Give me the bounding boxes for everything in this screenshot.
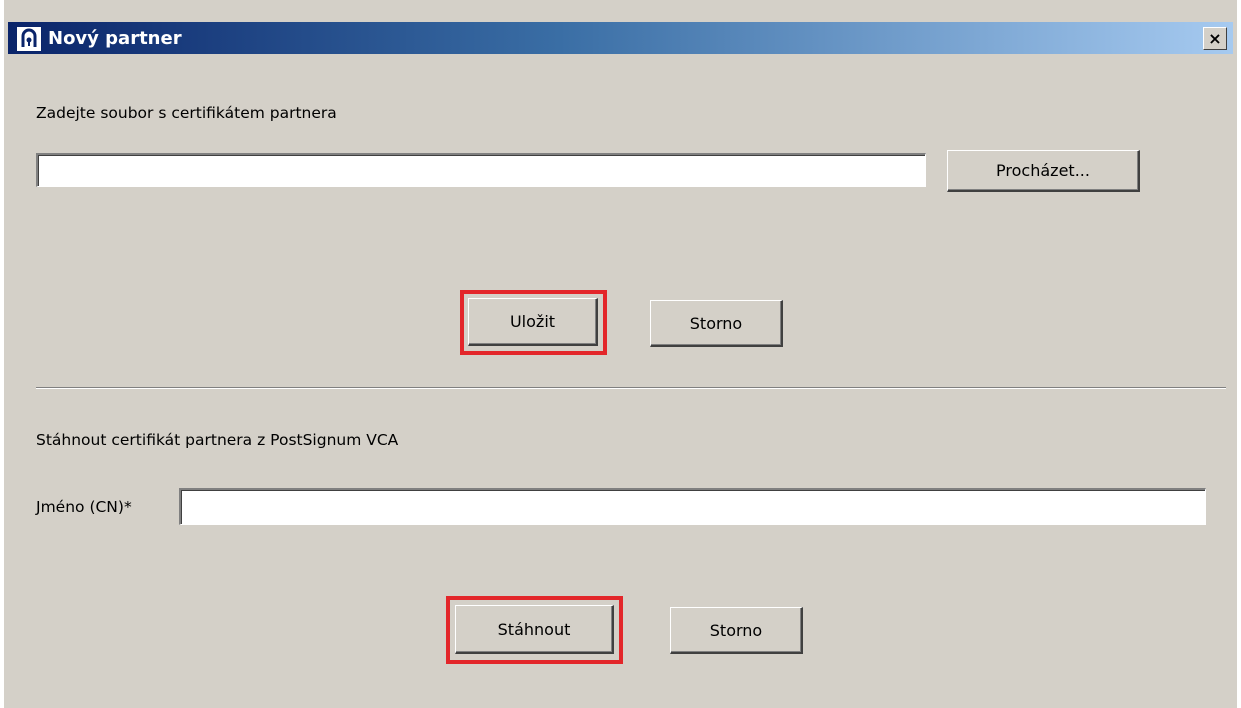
download-cancel-button[interactable]: Storno <box>670 607 803 654</box>
download-section-label: Stáhnout certifikát partnera z PostSignu… <box>36 431 399 449</box>
dialog-title: Nový partner <box>48 28 182 49</box>
save-button-label: Uložit <box>509 312 556 331</box>
name-cn-input[interactable] <box>179 488 1206 525</box>
name-cn-label: Jméno (CN)* <box>36 498 132 516</box>
cancel-button-label: Storno <box>689 313 743 333</box>
save-button[interactable]: Uložit <box>468 298 598 346</box>
download-button[interactable]: Stáhnout <box>455 605 614 654</box>
dialog-window: Nový partner × Zadejte soubor s certifik… <box>0 0 1241 708</box>
close-icon: × <box>1208 29 1222 48</box>
certificate-app-icon <box>16 26 42 52</box>
file-section-label: Zadejte soubor s certifikátem partnera <box>36 104 337 122</box>
browse-button-label: Procházet... <box>996 161 1090 180</box>
close-button[interactable]: × <box>1203 27 1227 50</box>
title-bar: Nový partner × <box>8 22 1233 54</box>
download-button-label: Stáhnout <box>497 619 571 639</box>
certificate-file-input[interactable] <box>36 153 926 187</box>
download-cancel-button-label: Storno <box>709 620 763 640</box>
cancel-button[interactable]: Storno <box>650 300 783 347</box>
section-divider <box>36 387 1226 389</box>
browse-button[interactable]: Procházet... <box>947 150 1140 192</box>
